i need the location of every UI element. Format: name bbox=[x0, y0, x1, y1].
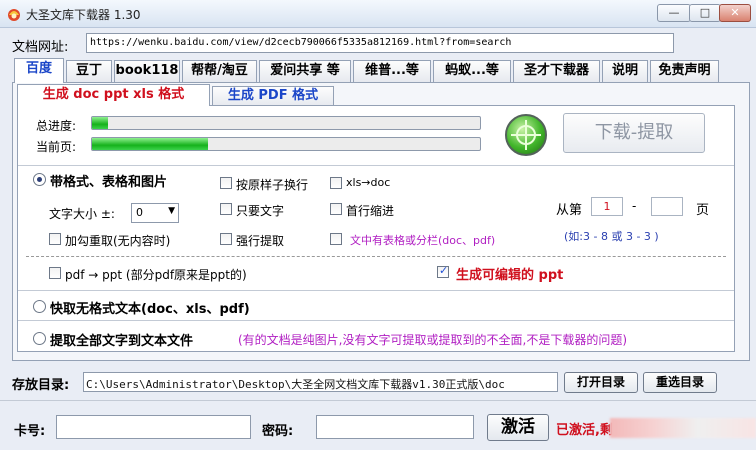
total-progress-bar bbox=[91, 116, 481, 130]
dashed-divider bbox=[26, 256, 726, 257]
divider bbox=[18, 320, 734, 321]
tab-baidu[interactable]: 百度 bbox=[14, 58, 64, 83]
divider bbox=[18, 290, 734, 291]
quick-text-radio[interactable] bbox=[33, 300, 46, 313]
reselect-dir-button[interactable]: 重选目录 bbox=[643, 372, 717, 393]
text-only-label: 只要文字 bbox=[236, 204, 285, 218]
xls-to-doc-label: xls→doc bbox=[346, 176, 391, 189]
notice-text: (有的文档是纯图片,没有文字可提取或提取到的不全面,不是下载器的问题) bbox=[238, 333, 627, 347]
tab-disclaimer[interactable]: 免责声明 bbox=[650, 60, 719, 82]
card-label: 卡号: bbox=[14, 424, 46, 439]
download-extract-button[interactable]: 下载-提取 bbox=[563, 113, 705, 153]
quick-text-label: 快取无格式文本(doc、xls、pdf) bbox=[50, 302, 250, 317]
close-button[interactable]: ✕ bbox=[719, 4, 751, 22]
activation-status: 已激活,剩 bbox=[556, 423, 613, 438]
format-mode-label: 带格式、表格和图片 bbox=[50, 175, 168, 190]
divider bbox=[18, 165, 734, 166]
current-progress-fill bbox=[92, 138, 209, 150]
url-input[interactable]: https://wenku.baidu.com/view/d2cecb79006… bbox=[86, 33, 674, 53]
tab-help[interactable]: 说明 bbox=[602, 60, 648, 82]
extract-all-radio[interactable] bbox=[33, 332, 46, 345]
first-indent-label: 首行缩进 bbox=[346, 204, 395, 218]
reweight-label: 加勾重取(无内容时) bbox=[65, 234, 171, 248]
table-columns-label: 文中有表格或分栏(doc、pdf) bbox=[350, 234, 496, 247]
page-to-input[interactable] bbox=[651, 197, 683, 216]
chevron-down-icon: ▼ bbox=[168, 206, 175, 216]
tab-shengcai[interactable]: 圣才下载器 bbox=[513, 60, 600, 82]
tab-iask[interactable]: 爱问共享 等 bbox=[259, 60, 351, 82]
window-title: 大圣文库下载器 1.30 bbox=[26, 8, 141, 22]
pdf-to-ppt-checkbox[interactable] bbox=[49, 267, 61, 279]
font-size-value: 0 bbox=[136, 206, 143, 219]
table-columns-checkbox[interactable] bbox=[330, 233, 342, 245]
tab-bangbang[interactable]: 帮帮/淘豆 bbox=[182, 60, 257, 82]
format-mode-radio[interactable] bbox=[33, 173, 46, 186]
title-bar: 大圣文库下载器 1.30 — □ ✕ bbox=[0, 0, 756, 28]
current-progress-label: 当前页: bbox=[36, 140, 77, 154]
maximize-button[interactable]: □ bbox=[689, 4, 721, 22]
save-dir-label: 存放目录: bbox=[12, 378, 70, 393]
tab-docin[interactable]: 豆丁 bbox=[66, 60, 112, 82]
save-dir-input[interactable]: C:\Users\Administrator\Desktop\大圣全网文档文库下… bbox=[83, 372, 558, 392]
page-range-hint: (如:3 - 8 或 3 - 3 ) bbox=[564, 230, 659, 243]
total-progress-fill bbox=[92, 117, 108, 129]
force-extract-checkbox[interactable] bbox=[220, 233, 232, 245]
tab-weipu[interactable]: 维普...等 bbox=[353, 60, 431, 82]
url-label: 文档网址: bbox=[12, 40, 69, 55]
tab-mayi[interactable]: 蚂蚁...等 bbox=[433, 60, 511, 82]
bottom-divider bbox=[0, 400, 756, 401]
redacted-area bbox=[610, 418, 756, 438]
tab-book118[interactable]: book118 bbox=[114, 60, 180, 82]
page-unit-label: 页 bbox=[696, 203, 710, 218]
font-size-label: 文字大小 ±: bbox=[49, 207, 115, 221]
keep-linebreak-label: 按原样子换行 bbox=[236, 178, 309, 192]
reweight-checkbox[interactable] bbox=[49, 233, 61, 245]
app-logo-icon bbox=[8, 9, 20, 21]
force-extract-label: 强行提取 bbox=[236, 234, 285, 248]
total-progress-label: 总进度: bbox=[36, 119, 77, 133]
xls-to-doc-checkbox[interactable] bbox=[330, 177, 342, 189]
editable-ppt-label: 生成可编辑的 ppt bbox=[456, 268, 564, 283]
extract-all-label: 提取全部文字到文本文件 bbox=[50, 334, 194, 349]
font-size-select[interactable]: 0 ▼ bbox=[131, 203, 179, 223]
page-from-label: 从第 bbox=[556, 203, 583, 218]
keep-linebreak-checkbox[interactable] bbox=[220, 177, 232, 189]
target-orb-icon[interactable] bbox=[505, 114, 547, 156]
password-input[interactable] bbox=[316, 415, 474, 439]
page-dash: - bbox=[632, 199, 637, 213]
editable-ppt-checkbox[interactable] bbox=[437, 264, 449, 278]
first-indent-checkbox[interactable] bbox=[330, 203, 342, 215]
current-progress-bar bbox=[91, 137, 481, 151]
subtab-pdf-format[interactable]: 生成 PDF 格式 bbox=[212, 86, 334, 106]
minimize-button[interactable]: — bbox=[657, 4, 691, 22]
pdf-to-ppt-label: pdf → ppt (部分pdf原来是ppt的) bbox=[65, 268, 247, 282]
password-label: 密码: bbox=[262, 424, 294, 439]
text-only-checkbox[interactable] bbox=[220, 203, 232, 215]
subtab-office-format[interactable]: 生成 doc ppt xls 格式 bbox=[17, 84, 210, 106]
activate-button[interactable]: 激活 bbox=[487, 414, 549, 441]
card-number-input[interactable] bbox=[56, 415, 251, 439]
open-dir-button[interactable]: 打开目录 bbox=[564, 372, 638, 393]
page-from-input[interactable]: 1 bbox=[591, 197, 623, 216]
